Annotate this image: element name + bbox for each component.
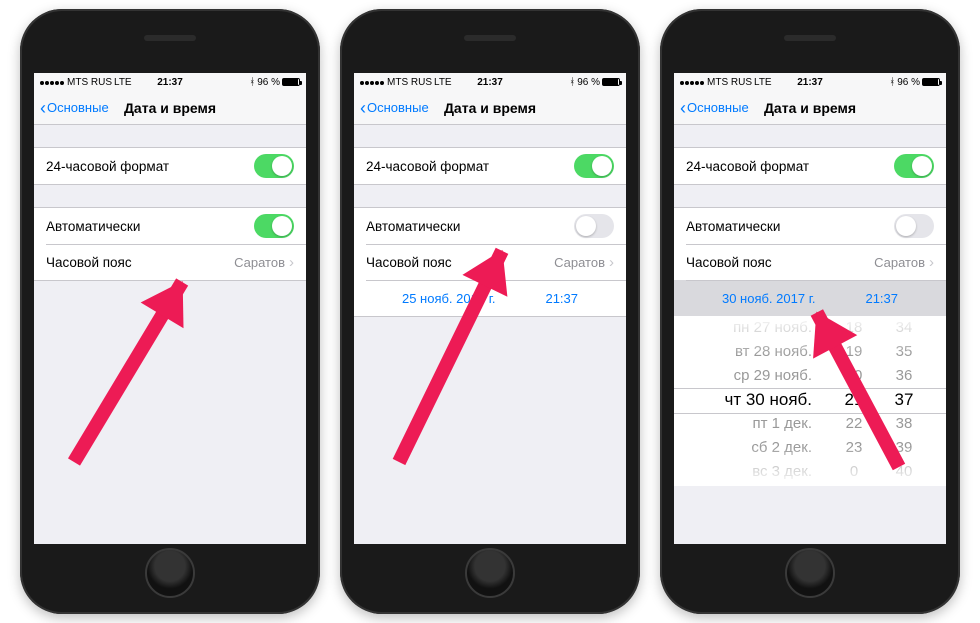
screen: MTS RUS LTE 21:37 ᚼ 96 % ‹ Основные Дата…	[674, 73, 946, 544]
row-24hour: 24-часовой формат	[354, 148, 626, 184]
signal-icon	[360, 77, 385, 88]
toggle-auto[interactable]	[254, 214, 294, 238]
toggle-24hour[interactable]	[254, 154, 294, 178]
page-title: Дата и время	[124, 100, 216, 116]
screen: MTS RUS LTE 21:37 ᚼ 96 % ‹ Основные Дата…	[34, 73, 306, 544]
timezone-value: Саратов	[234, 255, 285, 270]
status-bar: MTS RUS LTE 21:37 ᚼ 96 %	[354, 73, 626, 91]
current-date: 30 нояб. 2017 г.	[722, 291, 816, 306]
status-time: 21:37	[157, 77, 183, 88]
signal-icon	[40, 77, 65, 88]
picker-option[interactable]: пт 1 дек.	[753, 412, 813, 436]
picker-option[interactable]: 36	[896, 364, 913, 388]
group-hour24: 24-часовой формат	[354, 147, 626, 185]
toggle-24hour[interactable]	[574, 154, 614, 178]
battery-pct: 96 %	[897, 77, 920, 88]
chevron-right-icon: ›	[929, 254, 934, 271]
back-label: Основные	[47, 100, 109, 115]
current-time: 21:37	[865, 291, 898, 306]
row-label: Автоматически	[366, 219, 460, 234]
status-time: 21:37	[797, 77, 823, 88]
toggle-auto[interactable]	[894, 214, 934, 238]
row-24hour: 24-часовой формат	[674, 148, 946, 184]
picker-option[interactable]: вт 28 нояб.	[735, 340, 812, 364]
chevron-left-icon: ‹	[40, 99, 46, 117]
row-label: Часовой пояс	[46, 255, 132, 270]
page-title: Дата и время	[444, 100, 536, 116]
group-auto: Автоматически Часовой пояс Саратов ›	[34, 207, 306, 281]
row-timezone[interactable]: Часовой пояс Саратов ›	[674, 244, 946, 280]
picker-option-selected[interactable]: чт 30 нояб.	[724, 388, 812, 412]
carrier-label: MTS RUS	[387, 77, 432, 88]
status-bar: MTS RUS LTE 21:37 ᚼ 96 %	[34, 73, 306, 91]
chevron-left-icon: ‹	[680, 99, 686, 117]
row-datetime[interactable]: 30 нояб. 2017 г. 21:37	[674, 280, 946, 316]
picker-option-selected[interactable]: 37	[895, 388, 914, 412]
row-label: Автоматически	[46, 219, 140, 234]
phone-mockup-3: MTS RUS LTE 21:37 ᚼ 96 % ‹ Основные Дата…	[660, 9, 960, 614]
timezone-value: Саратов	[554, 255, 605, 270]
chevron-left-icon: ‹	[360, 99, 366, 117]
group-hour24: 24-часовой формат	[674, 147, 946, 185]
navbar: ‹ Основные Дата и время	[34, 91, 306, 125]
toggle-auto[interactable]	[574, 214, 614, 238]
battery-pct: 96 %	[577, 77, 600, 88]
row-label: Автоматически	[686, 219, 780, 234]
navbar: ‹ Основные Дата и время	[674, 91, 946, 125]
phone-mockup-2: MTS RUS LTE 21:37 ᚼ 96 % ‹ Основные Дата…	[340, 9, 640, 614]
chevron-right-icon: ›	[609, 254, 614, 271]
navbar: ‹ Основные Дата и время	[354, 91, 626, 125]
screen: MTS RUS LTE 21:37 ᚼ 96 % ‹ Основные Дата…	[354, 73, 626, 544]
picker-date-column[interactable]: пн 27 нояб. вт 28 нояб. ср 29 нояб. чт 3…	[692, 316, 812, 486]
network-label: LTE	[114, 77, 132, 88]
carrier-label: MTS RUS	[707, 77, 752, 88]
picker-option[interactable]: 23	[846, 436, 863, 460]
picker-option[interactable]: 34	[896, 316, 913, 340]
row-label: 24-часовой формат	[686, 159, 809, 174]
battery-pct: 96 %	[257, 77, 280, 88]
row-auto: Автоматически	[354, 208, 626, 244]
page-title: Дата и время	[764, 100, 856, 116]
back-label: Основные	[687, 100, 749, 115]
current-time: 21:37	[545, 291, 578, 306]
annotation-arrow	[68, 278, 188, 465]
row-auto: Автоматически	[674, 208, 946, 244]
phone-mockup-1: MTS RUS LTE 21:37 ᚼ 96 % ‹ Основные Дата…	[20, 9, 320, 614]
battery-icon	[922, 78, 940, 86]
bluetooth-icon: ᚼ	[889, 77, 895, 88]
network-label: LTE	[754, 77, 772, 88]
carrier-label: MTS RUS	[67, 77, 112, 88]
group-auto: Автоматически Часовой пояс Саратов › 30 …	[674, 207, 946, 316]
picker-option[interactable]: сб 2 дек.	[751, 436, 812, 460]
picker-option[interactable]: вс 3 дек.	[752, 460, 812, 484]
bluetooth-icon: ᚼ	[569, 77, 575, 88]
signal-icon	[680, 77, 705, 88]
status-time: 21:37	[477, 77, 503, 88]
bluetooth-icon: ᚼ	[249, 77, 255, 88]
back-button[interactable]: ‹ Основные	[360, 99, 429, 117]
battery-icon	[282, 78, 300, 86]
network-label: LTE	[434, 77, 452, 88]
row-label: 24-часовой формат	[46, 159, 169, 174]
battery-icon	[602, 78, 620, 86]
picker-option[interactable]: 38	[896, 412, 913, 436]
row-label: Часовой пояс	[686, 255, 772, 270]
row-label: 24-часовой формат	[366, 159, 489, 174]
back-button[interactable]: ‹ Основные	[40, 99, 109, 117]
group-hour24: 24-часовой формат	[34, 147, 306, 185]
back-label: Основные	[367, 100, 429, 115]
picker-option[interactable]: 35	[896, 340, 913, 364]
status-bar: MTS RUS LTE 21:37 ᚼ 96 %	[674, 73, 946, 91]
back-button[interactable]: ‹ Основные	[680, 99, 749, 117]
timezone-value: Саратов	[874, 255, 925, 270]
picker-option[interactable]: 0	[850, 460, 858, 484]
row-24hour: 24-часовой формат	[34, 148, 306, 184]
toggle-24hour[interactable]	[894, 154, 934, 178]
row-auto: Автоматически	[34, 208, 306, 244]
row-label: Часовой пояс	[366, 255, 452, 270]
picker-option[interactable]: 22	[846, 412, 863, 436]
picker-option[interactable]: ср 29 нояб.	[734, 364, 812, 388]
chevron-right-icon: ›	[289, 254, 294, 271]
